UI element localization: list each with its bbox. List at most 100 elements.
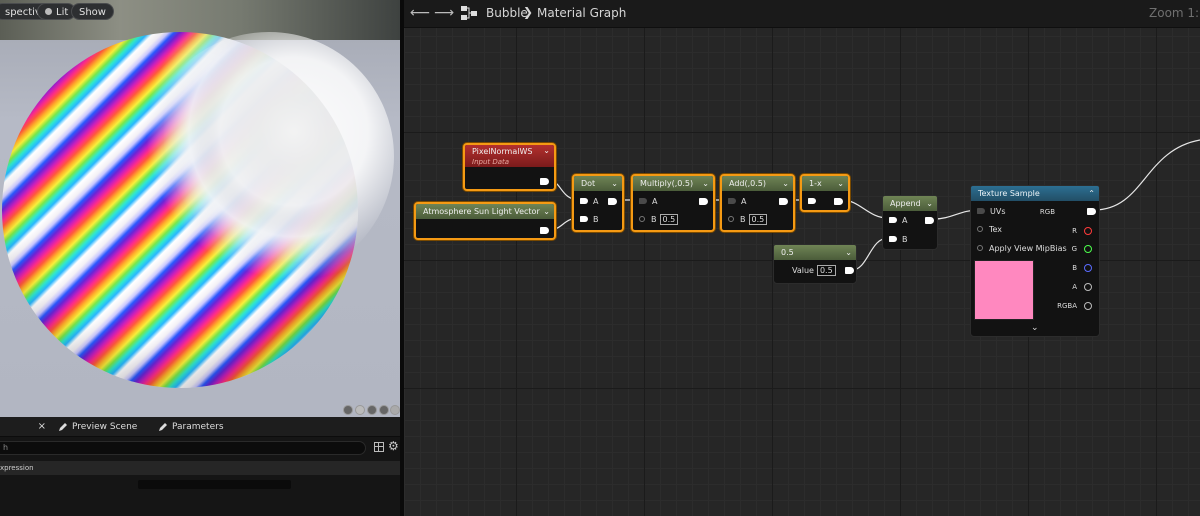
node-header[interactable]: Multiply(,0.5) ⌄ xyxy=(633,176,713,191)
pin-icon xyxy=(580,216,588,222)
node-dot[interactable]: Dot ⌄ A B xyxy=(572,174,624,232)
pin-label: B xyxy=(902,235,908,244)
lit-icon xyxy=(45,8,52,15)
input-pin[interactable] xyxy=(808,196,821,208)
preview-cylinder-icon[interactable] xyxy=(343,405,353,415)
pin-icon xyxy=(808,198,816,204)
back-arrow-icon[interactable]: ⟵ xyxy=(410,5,430,21)
node-header[interactable]: 0.5 ⌄ xyxy=(774,245,856,260)
node-append[interactable]: Append ⌄ A B xyxy=(882,195,938,250)
chevron-down-icon[interactable]: ⌄ xyxy=(837,176,844,191)
input-pin-a[interactable]: A xyxy=(889,215,907,227)
output-pin-a[interactable] xyxy=(1084,283,1092,291)
expression-section-header[interactable]: xpression xyxy=(0,461,400,475)
output-pin-rgb[interactable] xyxy=(1087,208,1096,215)
node-header[interactable]: Add(,0.5) ⌄ xyxy=(722,176,793,191)
b-value-field[interactable]: 0.5 xyxy=(748,214,768,225)
input-pin-b[interactable]: B xyxy=(580,214,599,226)
input-pin-uvs[interactable]: UVs xyxy=(977,206,1006,218)
pencil-icon xyxy=(159,423,167,431)
texture-preview-swatch xyxy=(974,260,1034,320)
pin-icon xyxy=(977,245,983,251)
node-atmosphere-sun-light-vector[interactable]: Atmosphere Sun Light Vector ⌄ xyxy=(414,202,556,240)
gear-icon[interactable]: ⚙ xyxy=(388,440,399,452)
chevron-down-icon[interactable]: ⌄ xyxy=(702,176,709,191)
node-title: Atmosphere Sun Light Vector xyxy=(423,207,540,216)
breadcrumb-asset[interactable]: Bubble xyxy=(486,6,528,20)
breadcrumb-graph[interactable]: Material Graph xyxy=(537,6,626,20)
node-multiply[interactable]: Multiply(,0.5) ⌄ A B 0.5 xyxy=(631,174,715,232)
pencil-icon xyxy=(59,423,67,431)
value-field[interactable]: 0.5 xyxy=(816,265,836,276)
chevron-down-icon[interactable]: ⌄ xyxy=(845,245,852,260)
b-value-field[interactable]: 0.5 xyxy=(659,214,679,225)
input-pin-a[interactable]: A xyxy=(728,196,746,208)
input-pin-b[interactable]: B 0.5 xyxy=(728,214,768,226)
output-pin[interactable] xyxy=(834,198,843,205)
output-pin[interactable] xyxy=(699,198,708,205)
forward-arrow-icon[interactable]: ⟶ xyxy=(434,5,454,21)
tab-parameters[interactable]: Parameters xyxy=(156,417,252,437)
chevron-down-icon[interactable]: ⌄ xyxy=(782,176,789,191)
output-pin[interactable] xyxy=(540,178,549,185)
show-button[interactable]: Show xyxy=(71,3,114,20)
preview-sphere-icon[interactable] xyxy=(355,405,365,415)
output-pin-rgba[interactable] xyxy=(1084,302,1092,310)
node-one-minus[interactable]: 1-x ⌄ xyxy=(800,174,850,212)
pin-label: A xyxy=(902,216,908,225)
output-pin[interactable] xyxy=(608,198,617,205)
output-pin-g[interactable] xyxy=(1084,245,1092,253)
details-search-input[interactable]: h xyxy=(0,441,366,455)
output-pin-b[interactable] xyxy=(1084,264,1092,272)
chevron-up-icon[interactable]: ⌃ xyxy=(1088,186,1095,201)
input-pin-b[interactable]: B 0.5 xyxy=(639,214,679,226)
chevron-down-icon[interactable]: ⌄ xyxy=(543,204,550,219)
node-title: Add(,0.5) xyxy=(729,179,766,188)
node-pixel-normal-ws[interactable]: PixelNormalWS Input Data ⌄ xyxy=(463,143,556,191)
close-tab-icon[interactable]: × xyxy=(38,417,46,437)
node-header[interactable]: Dot ⌄ xyxy=(574,176,622,191)
material-preview-viewport[interactable]: spective Lit Show xyxy=(0,0,400,417)
pin-label: A xyxy=(593,197,599,206)
node-header[interactable]: PixelNormalWS Input Data ⌄ xyxy=(465,145,554,167)
node-texture-sample[interactable]: Texture Sample ⌃ UVs Tex Apply View MipB… xyxy=(970,185,1100,337)
table-view-icon[interactable] xyxy=(374,442,384,452)
output-pin[interactable] xyxy=(540,227,549,234)
node-header[interactable]: Append ⌄ xyxy=(883,196,937,211)
preview-plane-icon[interactable] xyxy=(367,405,377,415)
input-pin-tex[interactable]: Tex xyxy=(977,224,1002,236)
sphere-highlight xyxy=(144,32,394,282)
pin-label: Tex xyxy=(989,225,1003,234)
pin-label: A xyxy=(741,197,747,206)
pin-label: A xyxy=(652,197,658,206)
preview-cube-icon[interactable] xyxy=(379,405,389,415)
tab-details[interactable]: × xyxy=(0,417,52,437)
output-pin-r[interactable] xyxy=(1084,227,1092,235)
node-title: Dot xyxy=(581,179,596,188)
input-pin-b[interactable]: B xyxy=(889,234,908,246)
output-pin[interactable] xyxy=(925,217,934,224)
output-pin[interactable] xyxy=(779,198,788,205)
graph-icon xyxy=(461,6,477,20)
node-header[interactable]: Atmosphere Sun Light Vector ⌄ xyxy=(416,204,554,219)
material-graph-canvas[interactable]: ⟵ ⟶ Bubble ❯ Material Graph Zoom 1:1 Pix… xyxy=(404,0,1200,516)
node-add[interactable]: Add(,0.5) ⌄ A B 0.5 xyxy=(720,174,795,232)
chevron-down-icon[interactable]: ⌄ xyxy=(926,196,933,211)
output-pin[interactable] xyxy=(845,267,854,274)
tab-preview-scene-settings[interactable]: Preview Scene S... xyxy=(56,417,152,452)
output-label-rgb: RGB xyxy=(1039,208,1055,216)
node-header[interactable]: 1-x ⌄ xyxy=(802,176,848,191)
input-pin-a[interactable]: A xyxy=(639,196,657,208)
chevron-down-icon[interactable]: ⌄ xyxy=(1031,323,1039,333)
input-pin-a[interactable]: A xyxy=(580,196,598,208)
property-value-field[interactable] xyxy=(138,480,291,489)
section-header-label: xpression xyxy=(0,464,34,472)
node-title: Multiply(,0.5) xyxy=(640,179,694,188)
preview-mesh-icon[interactable] xyxy=(390,405,400,415)
chevron-down-icon[interactable]: ⌄ xyxy=(611,176,618,191)
chevron-down-icon[interactable]: ⌄ xyxy=(543,145,550,156)
panel-tabs: × Preview Scene S... Parameters xyxy=(0,417,400,452)
node-header[interactable]: Texture Sample ⌃ xyxy=(971,186,1099,201)
pin-icon xyxy=(728,216,734,222)
node-constant[interactable]: 0.5 ⌄ Value 0.5 xyxy=(773,244,857,284)
